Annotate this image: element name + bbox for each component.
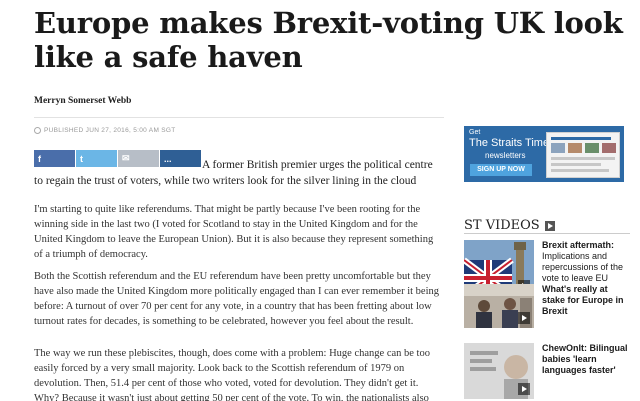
video-item[interactable]: ChewOnIt: Bilingual babies 'learn langua… xyxy=(464,343,630,399)
published-text: PUBLISHED JUN 27, 2016, 5:00 AM SGT xyxy=(44,127,176,134)
ad-brand-name: The Straits Times xyxy=(469,137,555,149)
divider xyxy=(34,117,444,118)
author-byline[interactable]: Merryn Somerset Webb xyxy=(34,96,131,106)
ad-signup-button[interactable]: SIGN UP NOW xyxy=(470,164,532,176)
article-paragraph: The way we run these plebiscites, though… xyxy=(34,348,430,401)
play-icon xyxy=(544,220,555,231)
article-headline: Europe makes Brexit-voting UK look like … xyxy=(34,6,623,74)
published-date: PUBLISHED JUN 27, 2016, 5:00 AM SGT xyxy=(34,127,176,134)
play-icon xyxy=(518,383,530,395)
article-paragraph: Both the Scottish referendum and the EU … xyxy=(34,271,439,327)
st-videos-label: ST VIDEOS xyxy=(464,218,540,233)
st-videos-heading[interactable]: ST VIDEOS xyxy=(464,218,555,233)
ad-newsletter-preview-image xyxy=(546,132,620,178)
video-item[interactable]: What's really at stake for Europe in Bre… xyxy=(464,284,630,328)
ad-newsletters-label: newsletters xyxy=(485,151,526,160)
article-summary: A former British premier urges the polit… xyxy=(34,159,433,187)
ad-get-label: Get xyxy=(469,129,481,136)
play-icon xyxy=(518,312,530,324)
divider xyxy=(464,233,630,234)
video-thumbnail xyxy=(464,284,534,328)
clock-icon xyxy=(34,127,41,134)
video-title: What's really at stake for Europe in Bre… xyxy=(542,284,624,316)
video-thumbnail xyxy=(464,343,534,399)
newsletter-ad-banner[interactable]: Get The Straits Times newsletters SIGN U… xyxy=(464,126,624,182)
video-title: ChewOnIt: Bilingual babies 'learn langua… xyxy=(542,343,628,375)
article-paragraph: I'm starting to quite like referendums. … xyxy=(34,204,434,260)
